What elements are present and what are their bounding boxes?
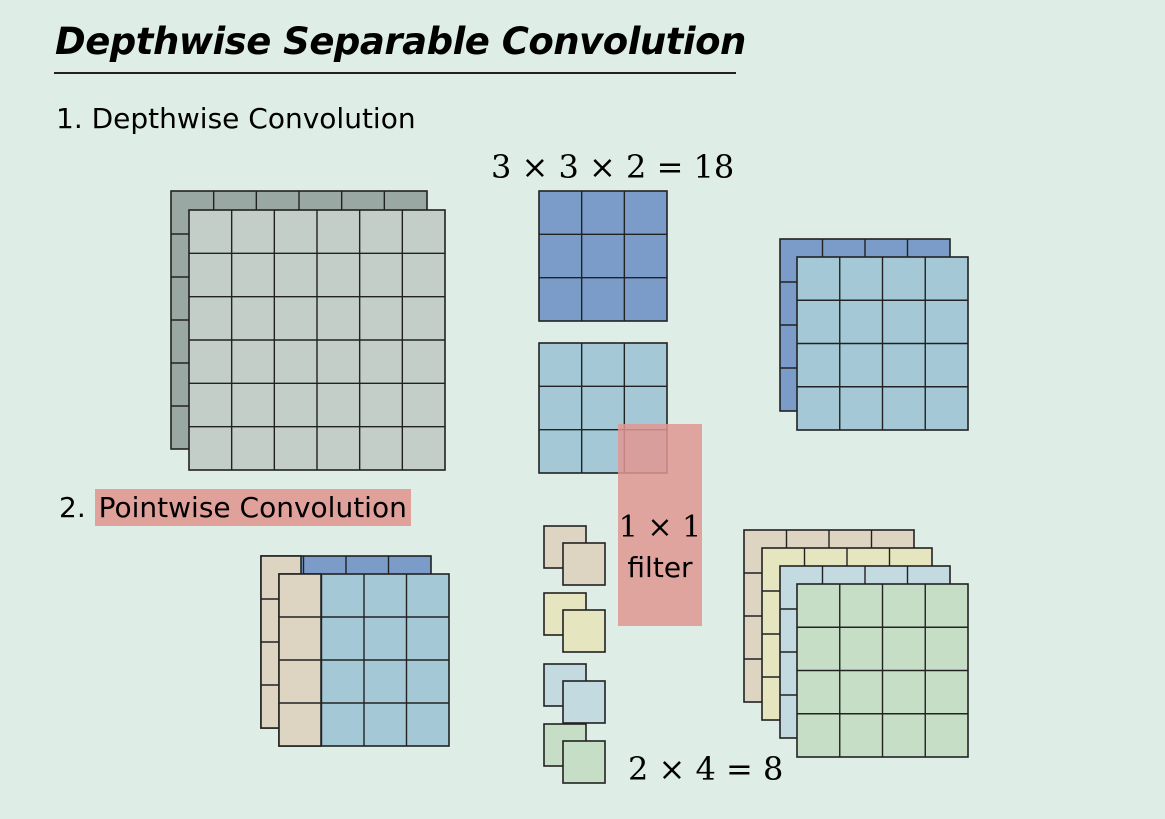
filter-label: 1 × 1 filter — [618, 508, 702, 588]
input-channel-front — [188, 209, 446, 471]
filter-1-front — [562, 542, 606, 586]
pointwise-input-front-col — [278, 573, 322, 747]
pointwise-param-count: 2 × 4 = 8 — [628, 750, 784, 788]
convolution-diagram — [170, 190, 969, 784]
filter-4-front — [562, 740, 606, 784]
depthwise-output-front — [796, 256, 969, 431]
depthwise-kernel-1 — [538, 190, 668, 322]
filter-3-front — [562, 680, 606, 724]
pointwise-output-4 — [796, 583, 969, 758]
filter-word: filter — [627, 551, 693, 584]
filter-2-front — [562, 609, 606, 653]
filter-size: 1 × 1 — [618, 510, 702, 545]
